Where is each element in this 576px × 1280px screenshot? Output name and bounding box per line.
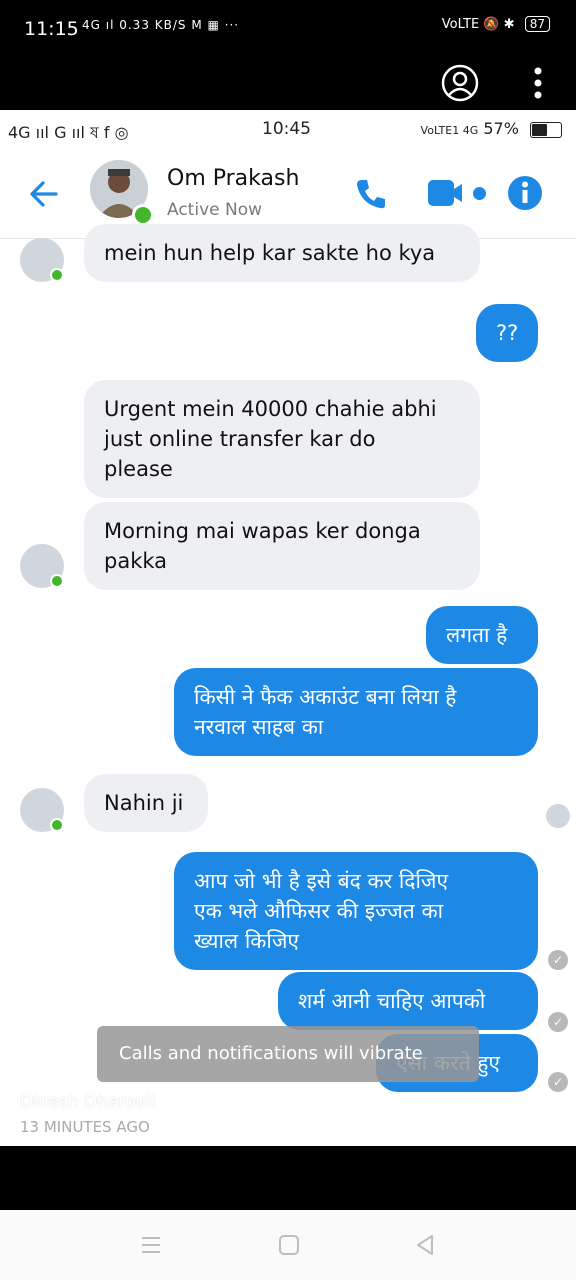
viewer-clock: 11:15 [24, 18, 79, 40]
delivered-check-icon: ✓ [548, 1012, 568, 1032]
delivered-check-icon: ✓ [548, 1072, 568, 1092]
post-time: 13 MINUTES AGO [20, 1118, 150, 1136]
poster-name: Dinesh Dharouli [20, 1092, 156, 1112]
online-indicator [50, 268, 64, 282]
online-indicator [50, 818, 64, 832]
profile-icon[interactable] [441, 64, 479, 102]
online-indicator [50, 574, 64, 588]
phone-status-bar: 4G ııl G ııl ষ f ◎ 10:45 VoLTE1 4G 57% [0, 110, 576, 150]
more-options-icon[interactable] [530, 66, 546, 100]
phone-clock: 10:45 [262, 119, 311, 139]
back-nav-icon[interactable] [414, 1234, 436, 1256]
message-incoming[interactable]: Nahin ji [84, 774, 208, 832]
message-outgoing[interactable]: ?? [476, 304, 538, 362]
phone-status-icons-right: VoLTE1 4G 57% [421, 119, 562, 138]
home-icon[interactable] [278, 1234, 300, 1256]
video-active-dot [473, 187, 486, 200]
viewer-status-icons-left: 4G ıl 0.33 KB/S M ▦ ··· [82, 18, 240, 32]
phone-status-icons-left: 4G ııl G ııl ষ f ◎ [8, 123, 129, 142]
network-indicator: VoLTE1 4G [420, 124, 479, 137]
viewer-battery: 87 [524, 16, 550, 32]
viewer-status-bar: 11:15 4G ıl 0.33 KB/S M ▦ ··· VoLTE 🔕 ✱ … [0, 0, 576, 110]
system-navigation-bar [0, 1210, 576, 1280]
battery-fill [532, 123, 547, 136]
message-outgoing[interactable]: शर्म आनी चाहिए आपको [278, 972, 538, 1030]
message-outgoing[interactable]: आप जो भी है इसे बंद कर दिजिए एक भले औफिस… [174, 852, 538, 970]
viewer-status-icons-text: VoLTE 🔕 ✱ [441, 17, 515, 32]
phone-call-icon[interactable] [353, 176, 389, 212]
video-call-icon[interactable] [428, 178, 462, 208]
message-outgoing[interactable]: किसी ने फैक अकाउंट बना लिया है नरवाल साह… [174, 668, 538, 756]
online-indicator [132, 204, 154, 226]
message-incoming[interactable]: Morning mai wapas ker donga pakka [84, 502, 480, 590]
battery-percent: 57% [483, 119, 519, 138]
viewer-status-icons-right: VoLTE 🔕 ✱ 87 [442, 16, 550, 32]
seen-avatar [546, 804, 570, 828]
delivered-check-icon: ✓ [548, 950, 568, 970]
contact-name[interactable]: Om Prakash [167, 166, 299, 191]
message-incoming[interactable]: Urgent mein 40000 chahie abhi just onlin… [84, 380, 480, 498]
back-arrow-icon[interactable] [26, 176, 62, 212]
recent-apps-icon[interactable] [140, 1234, 162, 1256]
bottom-bar [0, 1146, 576, 1210]
message-outgoing[interactable]: लगता है [426, 606, 538, 664]
active-status: Active Now [167, 200, 263, 220]
battery-icon [530, 121, 562, 138]
message-incoming[interactable]: mein hun help kar sakte ho kya [84, 224, 480, 282]
info-icon[interactable] [506, 174, 544, 212]
toast-notification: Calls and notifications will vibrate [97, 1026, 479, 1082]
